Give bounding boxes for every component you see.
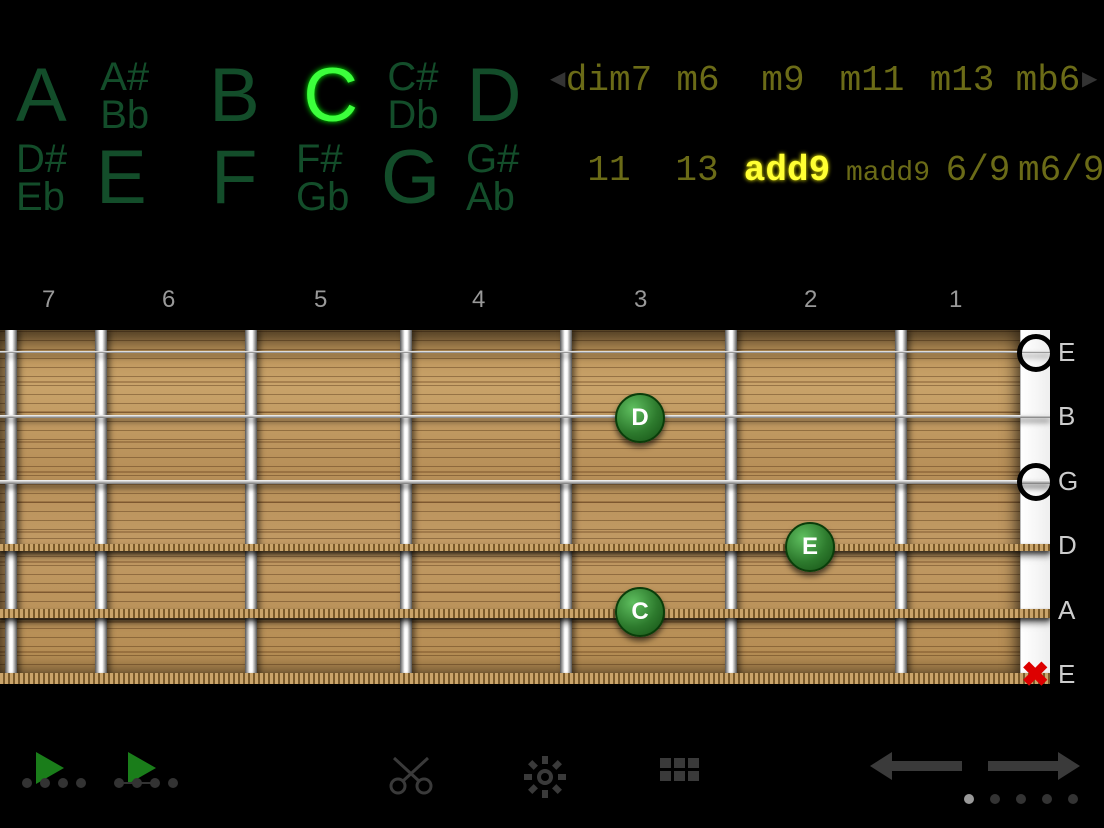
chord-type-add9[interactable]: add9: [736, 150, 838, 191]
chord-type-6-9[interactable]: 6/9: [938, 150, 1018, 191]
fret-number: 5: [314, 286, 327, 314]
chord-type-m11[interactable]: m11: [828, 60, 916, 101]
string-label: E: [1058, 337, 1075, 368]
string-label: G: [1058, 466, 1078, 497]
strum-chord-button[interactable]: [128, 752, 156, 784]
root-note-B[interactable]: B: [209, 58, 303, 134]
finger-dot[interactable]: C: [615, 587, 665, 637]
prev-voicing-button[interactable]: [870, 748, 962, 784]
chord-type-dim7[interactable]: dim7: [560, 60, 658, 101]
scissors-icon: [388, 756, 434, 796]
fret-wire: [95, 330, 107, 683]
voicing-page-dots[interactable]: [964, 794, 1078, 804]
page-dot[interactable]: [964, 794, 974, 804]
play-chord-button[interactable]: [36, 752, 64, 784]
root-note-E[interactable]: E: [96, 140, 211, 216]
grid-button[interactable]: [660, 758, 700, 792]
root-note-A[interactable]: A: [16, 58, 100, 134]
string-D[interactable]: [0, 544, 1050, 551]
fret-number: 3: [634, 286, 647, 314]
string-label: A: [1058, 595, 1075, 626]
fret-number: 1: [949, 286, 962, 314]
finger-dot[interactable]: D: [615, 393, 665, 443]
grid-icon: [660, 758, 700, 792]
fret-number: 4: [472, 286, 485, 314]
string-label: B: [1058, 401, 1075, 432]
fret-wire: [895, 330, 907, 683]
root-note-G#[interactable]: G#Ab: [466, 140, 536, 216]
root-note-D#[interactable]: D#Eb: [16, 140, 96, 216]
string-A[interactable]: [0, 609, 1050, 618]
root-note-A#[interactable]: A#Bb: [100, 58, 209, 134]
nut: [1020, 330, 1051, 683]
fret-wire: [5, 330, 17, 683]
string-B[interactable]: [0, 415, 1050, 418]
open-string-marker: [1017, 463, 1055, 501]
fret-wire: [560, 330, 572, 683]
cut-button[interactable]: [388, 756, 434, 796]
chord-type-11[interactable]: 11: [560, 150, 658, 191]
fret-wire: [245, 330, 257, 683]
arrow-right-icon: [988, 748, 1080, 784]
root-note-picker: AA#BbBCC#DbD D#EbEFF#GbGG#Ab: [16, 58, 536, 216]
fretboard-wood: [0, 330, 1020, 683]
fret-number: 6: [162, 286, 175, 314]
bottom-toolbar: [0, 744, 1104, 816]
next-voicing-button[interactable]: [988, 748, 1080, 784]
mute-string-marker: ✖: [1021, 655, 1050, 695]
arrow-left-icon: [870, 748, 962, 784]
chord-type-madd9[interactable]: madd9: [838, 158, 938, 189]
finger-dot[interactable]: E: [785, 522, 835, 572]
chord-type-m13[interactable]: m13: [916, 60, 1008, 101]
chord-type-picker: dim7m6m9m11m13mb6 1113add9madd96/9m6/9: [560, 60, 1098, 240]
root-note-C#[interactable]: C#Db: [387, 58, 466, 134]
page-dot[interactable]: [1042, 794, 1052, 804]
root-note-D[interactable]: D: [467, 58, 536, 134]
gear-icon: [524, 756, 566, 798]
fret-number: 2: [804, 286, 817, 314]
fret-wire: [400, 330, 412, 683]
string-label: D: [1058, 530, 1077, 561]
chord-type-mb6[interactable]: mb6: [1008, 60, 1088, 101]
root-note-F[interactable]: F: [211, 140, 296, 216]
page-dot[interactable]: [1016, 794, 1026, 804]
root-note-F#[interactable]: F#Gb: [296, 140, 381, 216]
chord-type-m9[interactable]: m9: [738, 60, 828, 101]
string-label: E: [1058, 659, 1075, 690]
string-G[interactable]: [0, 480, 1050, 484]
open-string-marker: [1017, 334, 1055, 372]
string-E[interactable]: [0, 673, 1050, 684]
string-E[interactable]: [0, 351, 1050, 353]
page-dot[interactable]: [990, 794, 1000, 804]
chord-type-13[interactable]: 13: [658, 150, 736, 191]
root-note-G[interactable]: G: [381, 140, 466, 216]
page-dot[interactable]: [1068, 794, 1078, 804]
fret-wire: [725, 330, 737, 683]
root-note-C[interactable]: C: [303, 58, 387, 134]
chord-type-m6-9[interactable]: m6/9: [1018, 150, 1098, 191]
fret-number: 7: [42, 286, 55, 314]
chord-type-m6[interactable]: m6: [658, 60, 738, 101]
settings-button[interactable]: [524, 756, 566, 798]
string-label-area: [1050, 330, 1104, 683]
